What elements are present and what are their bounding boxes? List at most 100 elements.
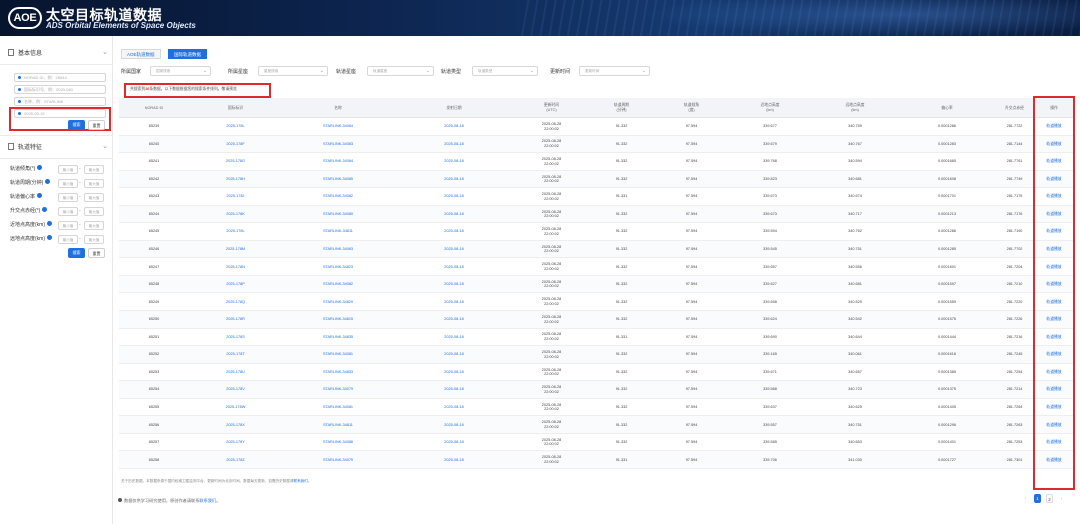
cell-launch-date[interactable]: 2025-08-18 [394,136,514,153]
cell-name[interactable]: STARLINK-34811 [282,223,394,240]
max-input[interactable]: 最大值 [84,179,104,188]
min-input[interactable]: 最小值 [58,235,78,244]
help-icon[interactable] [37,193,43,198]
cell-launch-date[interactable]: 2025-08-18 [394,276,514,293]
cell-launch-date[interactable]: 2025-08-18 [394,223,514,240]
cell-intl-id[interactable]: 2025-178L [189,223,282,240]
cell-name[interactable]: STARLINK-34081 [282,346,394,363]
cell-intl-id[interactable]: 2025-178Y [189,434,282,451]
chevron-down-icon[interactable]: ⌄ [102,142,108,150]
cell-intl-id[interactable]: 2025-178R [189,311,282,328]
cell-intl-id[interactable]: 2025-178W [189,399,282,416]
cell-intl-id[interactable]: 2025-178Z [189,451,282,468]
cell-intl-id[interactable]: 2025-178X [189,416,282,433]
next-page-button[interactable]: › [1058,494,1065,503]
name-input[interactable]: 名称、例：STARLINK [14,97,106,106]
cell-intl-id[interactable]: 2025-178G [189,153,282,170]
cell-intl-id[interactable]: 2025-178K [189,206,282,223]
cell-intl-id[interactable]: 2025-178L [189,118,282,135]
norad-id-input[interactable]: NORAD ID、例：25544 [14,73,106,82]
page-1-button[interactable]: 1 [1034,494,1041,503]
min-input[interactable]: 最小值 [58,165,78,174]
cell-intl-id[interactable]: 2025-178N [189,258,282,275]
cell-intl-id[interactable]: 2025-178H [189,171,282,188]
cell-launch-date[interactable]: 2025-08-18 [394,451,514,468]
cell-name[interactable]: STARLINK-34064 [282,118,394,135]
min-input[interactable]: 最小值 [58,193,78,202]
filter-reset-button[interactable]: 重置 [88,248,105,258]
help-icon[interactable] [47,235,52,240]
contact-link[interactable]: 联系我们。 [294,479,312,483]
max-input[interactable]: 最大值 [84,165,104,174]
prev-page-button[interactable]: ‹ [1022,494,1029,503]
filter-search-button[interactable]: 搜索 [68,248,85,258]
cell-launch-date[interactable]: 2025-08-18 [394,206,514,223]
min-input[interactable]: 最小值 [58,207,78,216]
cell-intl-id[interactable]: 2025-178T [189,346,282,363]
cell-intl-id[interactable]: 2025-178S [189,329,282,346]
cell-name[interactable]: STARLINK-34835 [282,329,394,346]
cell-name[interactable]: STARLINK-34082 [282,188,394,205]
cell-intl-id[interactable]: 2025-178F [189,136,282,153]
cell-name[interactable]: STARLINK-34829 [282,293,394,310]
cell-name[interactable]: STARLINK-34079 [282,381,394,398]
orbit-section-header[interactable]: 轨道特征 ⌄ [8,142,108,156]
cell-intl-id[interactable]: 2025-178V [189,381,282,398]
cell-intl-id[interactable]: 2025-178P [189,276,282,293]
min-input[interactable]: 最小值 [58,179,78,188]
cell-launch-date[interactable]: 2025-08-18 [394,399,514,416]
orbit-constellation-select[interactable]: 轨道星座 ⌄ [367,66,434,76]
basic-section-header[interactable]: 基本信息 ⌄ [8,48,108,62]
contact-link[interactable]: 联系我们。 [199,498,220,503]
help-icon[interactable] [47,221,52,226]
help-icon[interactable] [45,179,51,184]
tab-aoe-orbit[interactable]: AOE轨道数据 [121,49,161,59]
cell-launch-date[interactable]: 2025-08-18 [394,346,514,363]
help-icon[interactable] [42,207,48,212]
cell-name[interactable]: STARLINK-34082 [282,276,394,293]
tab-intl-orbit[interactable]: 国际轨道数据 [168,49,207,59]
cell-name[interactable]: STARLINK-34084 [282,153,394,170]
cell-launch-date[interactable]: 2025-08-18 [394,434,514,451]
cell-intl-id[interactable]: 2025-178J [189,188,282,205]
cell-intl-id[interactable]: 2025-178M [189,241,282,258]
cell-launch-date[interactable]: 2025-08-18 [394,258,514,275]
reset-button[interactable]: 重置 [88,120,105,130]
cell-launch-date[interactable]: 2025-08-18 [394,241,514,258]
page-2-button[interactable]: 2 [1046,494,1053,503]
cell-name[interactable]: STARLINK-34085 [282,171,394,188]
cell-intl-id[interactable]: 2025-178U [189,364,282,381]
cell-name[interactable]: STARLINK-34081 [282,399,394,416]
search-button[interactable]: 搜索 [68,120,85,130]
cell-name[interactable]: STARLINK-34811 [282,416,394,433]
cell-name[interactable]: STARLINK-34083 [282,136,394,153]
cell-name[interactable]: STARLINK-34079 [282,451,394,468]
orbit-type-select[interactable]: 轨道类型 ⌄ [472,66,538,76]
cell-launch-date[interactable]: 2025-08-18 [394,118,514,135]
help-icon[interactable] [37,165,43,170]
cell-launch-date[interactable]: 2025-08-18 [394,381,514,398]
cell-intl-id[interactable]: 2025-178Q [189,293,282,310]
chevron-down-icon[interactable]: ⌄ [102,48,108,56]
cell-launch-date[interactable]: 2025-08-18 [394,364,514,381]
cell-name[interactable]: STARLINK-34080 [282,206,394,223]
cell-launch-date[interactable]: 2025-08-18 [394,293,514,310]
update-time-select[interactable]: 更新时间 ⌄ [579,66,650,76]
cell-name[interactable]: STARLINK-34086 [282,434,394,451]
cell-launch-date[interactable]: 2025-08-18 [394,329,514,346]
intl-designator-input[interactable]: 国际标识号、例：2020-040 [14,85,106,94]
country-select[interactable]: 国家搜索 ⌄ [150,66,211,76]
max-input[interactable]: 最大值 [84,221,104,230]
min-input[interactable]: 最小值 [58,221,78,230]
cell-name[interactable]: STARLINK-34833 [282,364,394,381]
max-input[interactable]: 最大值 [84,193,104,202]
cell-launch-date[interactable]: 2025-08-18 [394,416,514,433]
cell-launch-date[interactable]: 2025-08-18 [394,153,514,170]
cell-launch-date[interactable]: 2025-08-18 [394,171,514,188]
cell-name[interactable]: STARLINK-34815 [282,311,394,328]
cell-launch-date[interactable]: 2025-08-18 [394,188,514,205]
cell-launch-date[interactable]: 2025-08-18 [394,311,514,328]
max-input[interactable]: 最大值 [84,235,104,244]
constellation-select[interactable]: 星座搜索 ⌄ [258,66,328,76]
cell-name[interactable]: STARLINK-34823 [282,258,394,275]
